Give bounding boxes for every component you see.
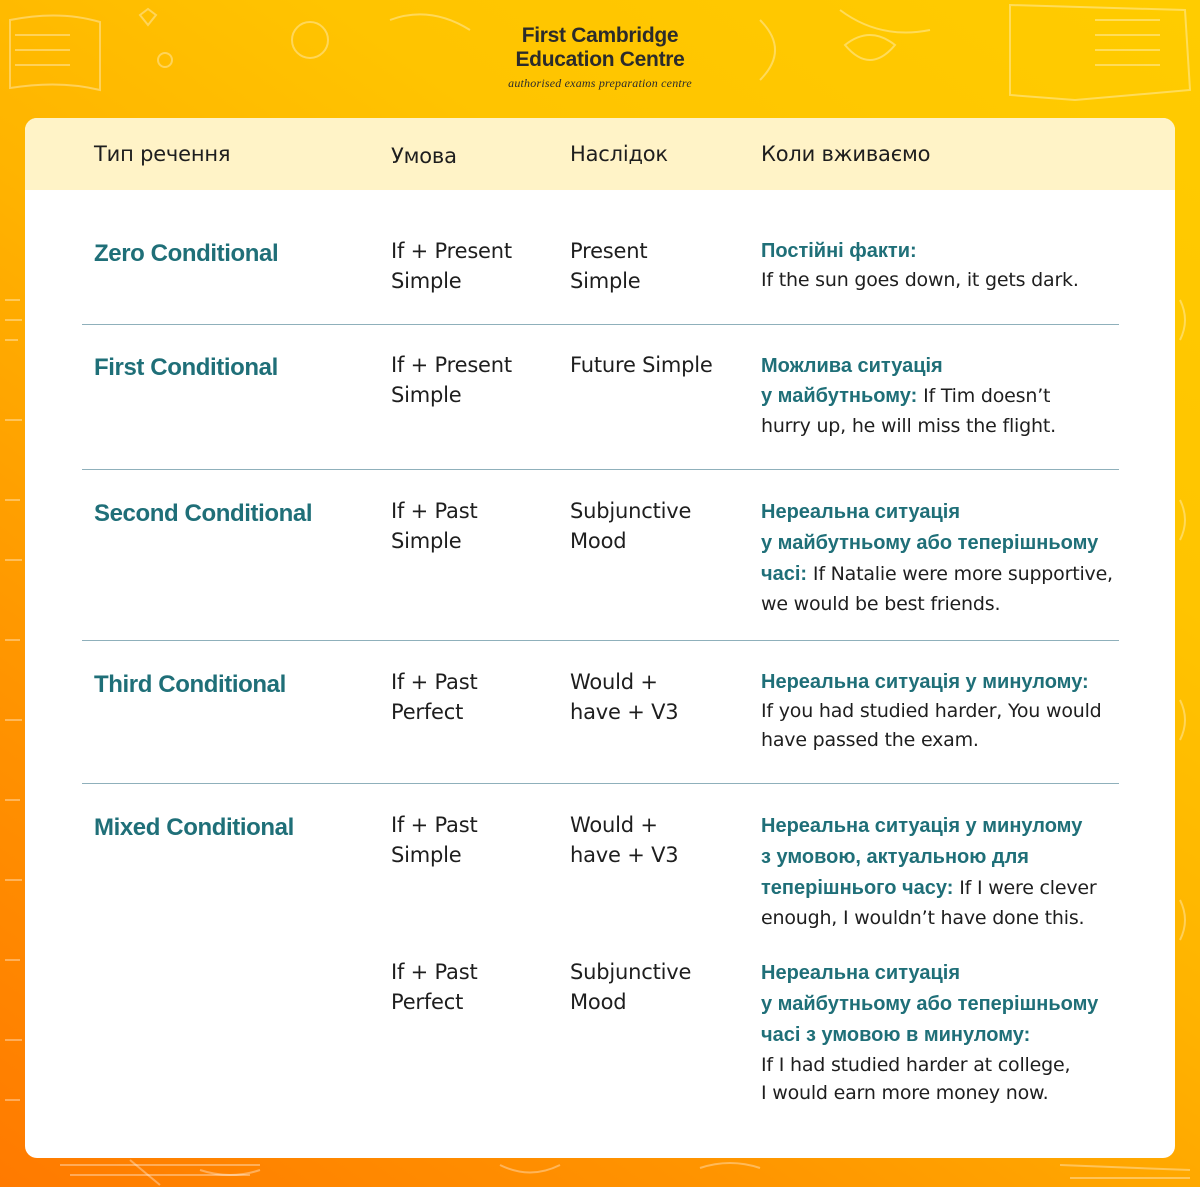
result-line: Would + xyxy=(570,670,658,694)
usage-heading: у майбутньому або теперішньому xyxy=(761,532,1099,554)
usage-heading: теперішнього часу: xyxy=(761,877,954,899)
result-cell: Present Simple xyxy=(570,236,750,296)
row-divider xyxy=(82,324,1119,325)
usage-cell: Можлива ситуація у майбутньому: If Tim d… xyxy=(761,351,1161,441)
condition-line: Perfect xyxy=(391,700,464,724)
condition-line: Simple xyxy=(391,529,462,553)
result-cell: Would + have + V3 xyxy=(570,810,750,870)
usage-cell: Нереальна ситуація у майбутньому або теп… xyxy=(761,497,1161,618)
condition-line: Simple xyxy=(391,843,462,867)
usage-heading: часі з умовою в минулому: xyxy=(761,1024,1031,1046)
result-line: Future Simple xyxy=(570,353,713,377)
row-divider xyxy=(82,783,1119,784)
usage-heading: у майбутньому або теперішньому xyxy=(761,993,1099,1015)
condition-line: Perfect xyxy=(391,990,464,1014)
header-usage: Коли вживаємо xyxy=(761,142,931,166)
condition-line: If + Past xyxy=(391,813,478,837)
usage-example: have passed the exam. xyxy=(761,729,979,751)
result-cell: Future Simple xyxy=(570,350,750,380)
header-result: Наслідок xyxy=(570,142,668,166)
usage-cell: Нереальна ситуація у майбутньому або теп… xyxy=(761,958,1161,1107)
conditional-type: Third Conditional xyxy=(94,671,286,698)
usage-example: hurry up, he will miss the flight. xyxy=(761,415,1056,437)
conditional-type: First Conditional xyxy=(94,354,278,381)
usage-example: If Tim doesn’t xyxy=(923,385,1051,407)
brand-logo: First Cambridge Education Centre authori… xyxy=(0,24,1200,91)
conditional-type: Zero Conditional xyxy=(94,240,279,267)
result-line: Subjunctive xyxy=(570,960,692,984)
usage-example: If I had studied harder at college, xyxy=(761,1054,1071,1076)
usage-heading: Можлива ситуація xyxy=(761,355,943,377)
result-line: Simple xyxy=(570,269,641,293)
condition-line: If + Past xyxy=(391,960,478,984)
table-header: Тип речення Умова Наслідок Коли вживаємо xyxy=(25,118,1175,190)
usage-example: If Natalie were more supportive, xyxy=(812,563,1113,585)
result-line: have + V3 xyxy=(570,843,679,867)
result-cell: Would + have + V3 xyxy=(570,667,750,727)
usage-cell: Постійні факти: If the sun goes down, it… xyxy=(761,237,1161,295)
brand-name-line2: Education Centre xyxy=(515,48,685,71)
usage-example: If I were clever xyxy=(959,877,1097,899)
condition-cell: If + Past Perfect xyxy=(391,667,561,727)
usage-heading: Нереальна ситуація у минулому xyxy=(761,815,1083,837)
usage-example: If the sun goes down, it gets dark. xyxy=(761,269,1079,291)
usage-heading: Нереальна ситуація xyxy=(761,962,961,984)
condition-cell: If + Present Simple xyxy=(391,236,561,296)
result-line: Mood xyxy=(570,990,627,1014)
usage-heading: Нереальна ситуація xyxy=(761,501,961,523)
usage-heading: з умовою, актуальною для xyxy=(761,846,1029,868)
usage-heading: часі: xyxy=(761,563,808,585)
row-divider xyxy=(82,469,1119,470)
condition-line: Simple xyxy=(391,383,462,407)
result-line: Present xyxy=(570,239,648,263)
condition-line: If + Past xyxy=(391,670,478,694)
conditional-type: Second Conditional xyxy=(94,500,313,527)
usage-heading: у майбутньому: xyxy=(761,385,918,407)
condition-cell: If + Present Simple xyxy=(391,350,561,410)
condition-cell: If + Past Simple xyxy=(391,810,561,870)
result-line: Mood xyxy=(570,529,627,553)
conditional-type: Mixed Conditional xyxy=(94,814,294,841)
result-line: have + V3 xyxy=(570,700,679,724)
usage-example: I would earn more money now. xyxy=(761,1082,1049,1104)
header-condition: Умова xyxy=(391,144,457,168)
condition-line: If + Present xyxy=(391,239,512,263)
condition-line: If + Past xyxy=(391,499,478,523)
result-line: Subjunctive xyxy=(570,499,692,523)
result-cell: Subjunctive Mood xyxy=(570,496,750,556)
brand-tagline: authorised exams preparation centre xyxy=(508,76,692,90)
conditionals-table: Тип речення Умова Наслідок Коли вживаємо… xyxy=(25,118,1175,1158)
usage-cell: Нереальна ситуація у минулому: If you ha… xyxy=(761,668,1161,755)
usage-example: If you had studied harder, You would xyxy=(761,700,1102,722)
header-type: Тип речення xyxy=(94,142,231,166)
condition-cell: If + Past Simple xyxy=(391,496,561,556)
result-cell: Subjunctive Mood xyxy=(570,957,750,1017)
condition-line: If + Present xyxy=(391,353,512,377)
usage-heading: Постійні факти: xyxy=(761,240,917,262)
usage-cell: Нереальна ситуація у минулому з умовою, … xyxy=(761,811,1161,932)
brand-name-line1: First Cambridge xyxy=(521,24,679,47)
condition-cell: If + Past Perfect xyxy=(391,957,561,1017)
usage-example: we would be best friends. xyxy=(761,593,1001,615)
usage-heading: Нереальна ситуація у минулому: xyxy=(761,671,1089,693)
usage-example: enough, I wouldn’t have done this. xyxy=(761,907,1085,929)
result-line: Would + xyxy=(570,813,658,837)
condition-line: Simple xyxy=(391,269,462,293)
row-divider xyxy=(82,640,1119,641)
